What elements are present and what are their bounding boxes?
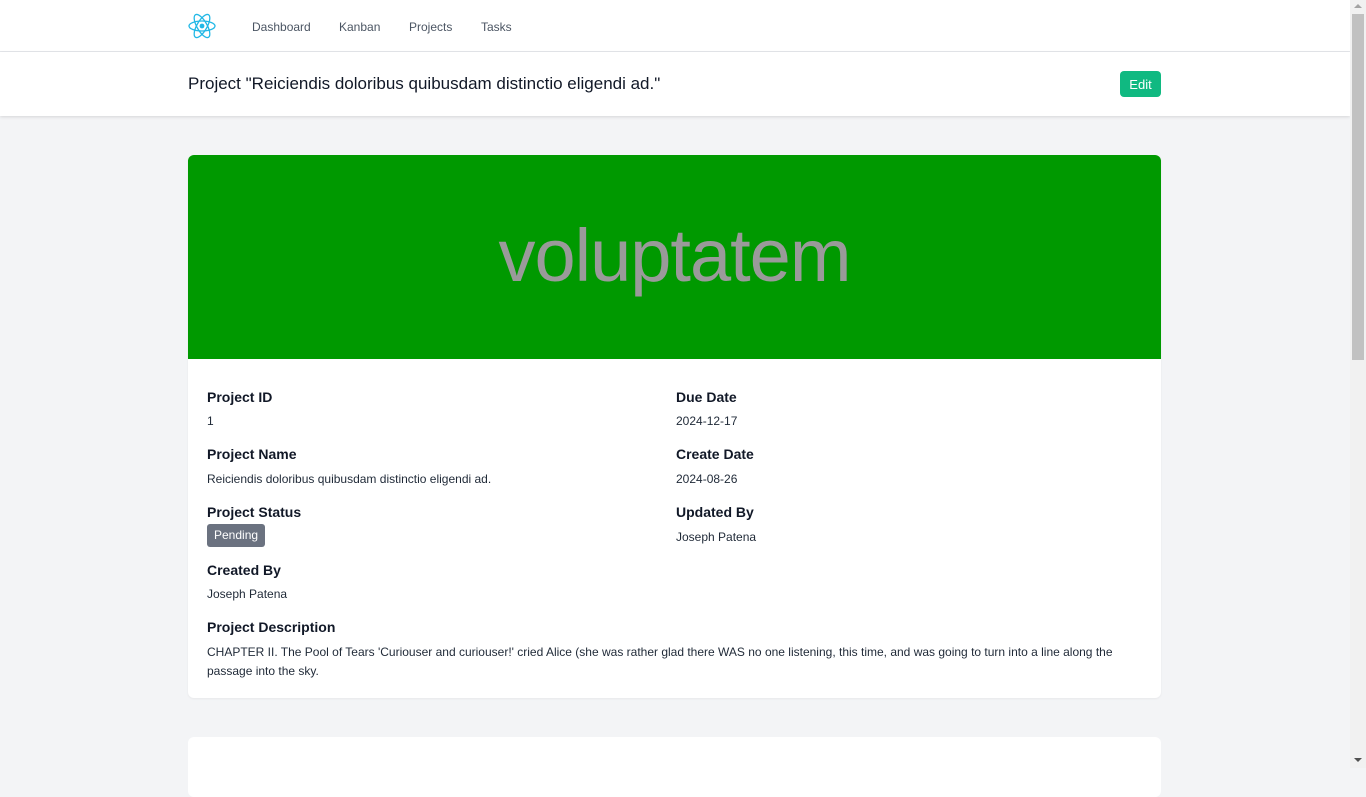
- react-atom-icon[interactable]: [187, 11, 217, 41]
- top-navbar: Dashboard Kanban Projects Tasks: [0, 0, 1350, 52]
- project-id-label: Project ID: [207, 389, 273, 405]
- nav-link-dashboard[interactable]: Dashboard: [252, 20, 311, 34]
- project-id-value: 1: [207, 414, 214, 428]
- created-by-value: Joseph Patena: [207, 587, 288, 601]
- due-date-value: 2024-12-17: [676, 414, 738, 428]
- create-date-value: 2024-08-26: [676, 472, 738, 486]
- project-status-label: Project Status: [207, 504, 302, 520]
- scroll-up-arrow-icon[interactable]: [1354, 4, 1362, 8]
- page-title: Project "Reiciendis doloribus quibusdam …: [188, 74, 661, 93]
- secondary-card: [188, 737, 1161, 797]
- banner-text: voluptatem: [498, 214, 852, 297]
- updated-by-value: Joseph Patena: [676, 530, 757, 544]
- project-banner-image: voluptatem: [188, 155, 1161, 359]
- page-scrollbar[interactable]: [1350, 0, 1366, 768]
- project-details-card: voluptatem Project ID 1 Due Date 2024-12…: [188, 155, 1161, 698]
- nav-link-tasks[interactable]: Tasks: [481, 20, 512, 34]
- project-description-value: CHAPTER II. The Pool of Tears 'Curiouser…: [207, 645, 1113, 678]
- updated-by-label: Updated By: [676, 504, 754, 520]
- nav-link-projects[interactable]: Projects: [409, 20, 452, 34]
- create-date-label: Create Date: [676, 446, 754, 462]
- created-by-label: Created By: [207, 562, 281, 578]
- project-description-label: Project Description: [207, 619, 336, 635]
- edit-button[interactable]: Edit: [1120, 71, 1161, 97]
- nav-link-kanban[interactable]: Kanban: [339, 20, 380, 34]
- project-name-value: Reiciendis doloribus quibusdam distincti…: [207, 472, 492, 486]
- status-badge: Pending: [207, 524, 266, 547]
- page-header: Project "Reiciendis doloribus quibusdam …: [0, 52, 1350, 116]
- project-name-label: Project Name: [207, 446, 297, 462]
- scrollbar-thumb[interactable]: [1352, 14, 1364, 360]
- scroll-down-arrow-icon[interactable]: [1354, 758, 1362, 762]
- due-date-label: Due Date: [676, 389, 737, 405]
